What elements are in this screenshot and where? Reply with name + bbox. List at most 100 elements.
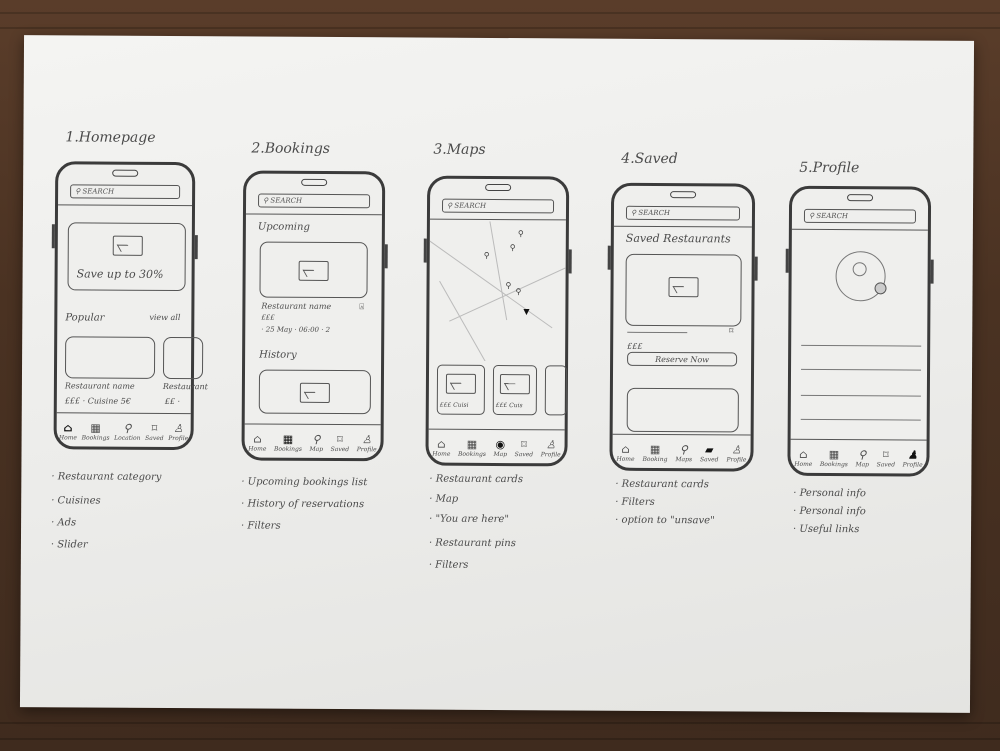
screen-1-title: 1.Homepage (65, 129, 156, 146)
tab-bar: ⌂ Home ▦ Bookings ◉ Map ⌑ Saved ♙ Profile (428, 428, 565, 464)
history-card[interactable] (258, 369, 372, 415)
tab-map[interactable]: ◉ Map (494, 438, 508, 458)
restaurant-pin-icon[interactable]: ⚲ (510, 243, 516, 252)
header-divider (791, 228, 928, 231)
home-icon: ⌂ (63, 421, 73, 435)
tab-profile[interactable]: ♙ Profile (168, 422, 189, 443)
restaurant-meta: £££ Cuisi (439, 401, 469, 409)
tab-profile[interactable]: ♙ Profile (357, 433, 377, 453)
tab-saved[interactable]: ⌑ Saved (145, 422, 164, 442)
profile-row[interactable] (800, 418, 921, 421)
saved-restaurant-card[interactable] (626, 387, 739, 433)
header-divider (58, 204, 193, 207)
restaurant-name: Restaurant name (64, 381, 135, 391)
image-placeholder-icon (668, 277, 699, 298)
tab-bookings[interactable]: ▦ Bookings (274, 432, 302, 453)
restaurant-card[interactable] (162, 336, 204, 380)
note: · Filters (615, 496, 655, 508)
tab-profile[interactable]: ♙ Profile (726, 443, 746, 463)
view-all-link[interactable]: view all (149, 313, 180, 322)
bell-icon[interactable]: ⍓ (359, 302, 364, 312)
restaurant-pin-icon[interactable]: ⚲ (518, 229, 524, 238)
tab-label: Home (248, 445, 267, 453)
edit-icon[interactable] (874, 282, 887, 295)
screen-4-title: 4.Saved (621, 150, 678, 168)
tab-bar: ⌂ Home ▦ Booking ⚲ Maps ▰ Saved ♙ Profile (612, 433, 751, 469)
profile-row[interactable] (800, 394, 921, 397)
reserve-now-button[interactable]: Reserve Now (627, 351, 738, 367)
tab-label: Profile (168, 434, 189, 443)
person-icon: ♟ (907, 448, 918, 462)
tab-saved[interactable]: ⌑ Saved (515, 438, 534, 458)
restaurant-card[interactable] (64, 336, 156, 379)
tab-saved[interactable]: ⌑ Saved (331, 433, 350, 453)
phone-saved: ⚲ search Saved Restaurants ⌑ £££ Reserve… (607, 182, 758, 472)
search-input[interactable]: ⚲ search (803, 208, 917, 224)
search-input[interactable]: ⚲ search (441, 198, 555, 214)
pin-icon: ⚲ (679, 443, 688, 457)
tab-home[interactable]: ⌂ Home (616, 442, 634, 463)
search-placeholder: search (454, 201, 487, 210)
wood-grain (0, 27, 1000, 29)
restaurant-pin-icon[interactable]: ⚲ (484, 251, 490, 260)
profile-row[interactable] (801, 368, 922, 371)
person-icon (852, 262, 867, 277)
profile-row[interactable] (801, 344, 922, 347)
home-icon: ⌂ (621, 442, 630, 456)
restaurant-card[interactable] (544, 365, 568, 416)
bookmark-icon[interactable]: ⌑ (729, 326, 733, 335)
tab-label: Location (114, 434, 141, 442)
tab-map[interactable]: ⚲ Map (310, 433, 324, 453)
tab-label: Home (58, 434, 78, 442)
bookmark-icon: ⌑ (521, 438, 527, 452)
tab-location[interactable]: ⚲ Location (114, 422, 141, 442)
search-icon: ⚲ (447, 201, 453, 210)
tab-profile[interactable]: ♟ Profile (903, 448, 923, 469)
restaurant-card[interactable]: £££ Cuis (492, 364, 538, 416)
promo-banner[interactable]: Save up to 30% (67, 222, 186, 292)
phone-notch (301, 178, 328, 186)
search-input[interactable]: ⚲ search (625, 205, 741, 221)
search-placeholder: search (816, 211, 849, 221)
search-input[interactable]: ⚲ search (70, 184, 181, 200)
tab-bookings[interactable]: ▦ Bookings (820, 448, 848, 468)
booking-card[interactable] (259, 241, 368, 299)
search-placeholder: search (270, 196, 303, 205)
phone-homepage: ⚲ search Save up to 30% Popular view all… (51, 161, 208, 451)
search-icon: ⚲ (630, 208, 637, 217)
tab-home[interactable]: ⌂ Home (248, 433, 267, 453)
tab-map[interactable]: ⚲ Map (855, 448, 869, 468)
tab-saved[interactable]: ▰ Saved (700, 443, 719, 463)
note: · Restaurant category (51, 471, 162, 483)
map-view[interactable]: ⚲ ⚲ ⚲ ⚲ ⚲ ▼ (429, 221, 566, 362)
tab-bar: ⌂ Home ▦ Bookings ⚲ Map ⌑ Saved ♙ Profile (244, 423, 381, 459)
tab-bookings[interactable]: ▦ Bookings (82, 422, 110, 442)
saved-restaurant-card[interactable] (625, 253, 742, 327)
note: · option to "unsave" (615, 514, 715, 527)
restaurant-pin-icon[interactable]: ⚲ (515, 287, 521, 296)
avatar[interactable] (835, 251, 887, 302)
tab-map[interactable]: ⚲ Maps (675, 443, 692, 463)
side-button (607, 245, 611, 270)
search-input[interactable]: ⚲ search (258, 193, 371, 209)
tab-home[interactable]: ⌂ Home (58, 421, 78, 442)
tab-label: Home (794, 460, 813, 468)
calendar-icon: ▦ (282, 432, 294, 446)
note: · Personal info (793, 505, 866, 518)
tab-profile[interactable]: ♙ Profile (541, 438, 561, 458)
note: · History of reservations (241, 498, 365, 511)
tab-bookings[interactable]: ▦ Bookings (458, 438, 486, 458)
home-icon: ⌂ (437, 437, 446, 451)
note: · Useful links (793, 523, 860, 536)
banner-text: Save up to 30% (76, 267, 164, 281)
screen-3-title: 3.Maps (433, 141, 486, 158)
tab-home[interactable]: ⌂ Home (432, 437, 450, 458)
tab-saved[interactable]: ⌑ Saved (877, 448, 896, 468)
image-placeholder-icon (499, 374, 530, 395)
tab-home[interactable]: ⌂ Home (794, 448, 813, 468)
restaurant-pin-icon[interactable]: ⚲ (506, 281, 512, 290)
restaurant-card[interactable]: £££ Cuisi (436, 364, 486, 415)
note: · Personal info (793, 487, 866, 500)
tab-bookings[interactable]: ▦ Booking (643, 443, 668, 463)
wood-grain (0, 738, 1000, 740)
